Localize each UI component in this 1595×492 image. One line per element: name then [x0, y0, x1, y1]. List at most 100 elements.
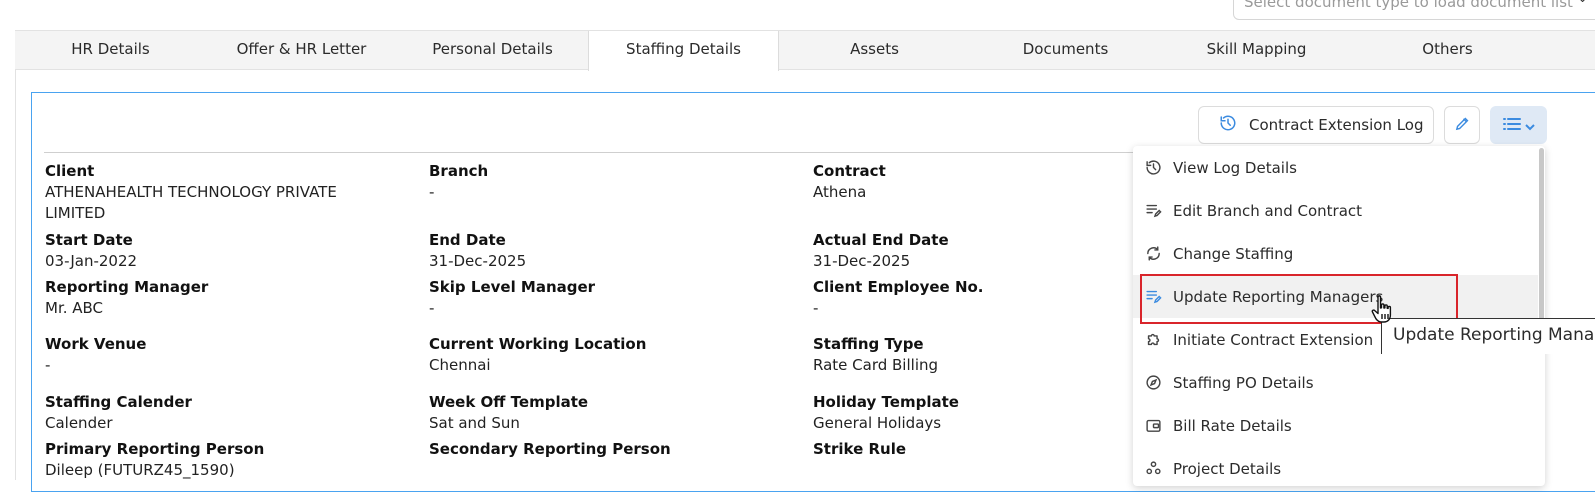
menu-item-label: Project Details — [1173, 459, 1282, 478]
field-value: Chennai — [429, 356, 491, 374]
field-label: Actual End Date — [813, 231, 949, 249]
tab-hr-details[interactable]: HR Details — [15, 31, 206, 69]
menu-item-label: View Log Details — [1173, 158, 1297, 177]
field-label: Primary Reporting Person — [45, 440, 265, 458]
contract-extension-log-button[interactable]: Contract Extension Log — [1198, 106, 1434, 144]
field-label: Contract — [813, 162, 886, 180]
tab-bar: HR Details Offer & HR Letter Personal De… — [15, 30, 1595, 71]
field-label: Client Employee No. — [813, 278, 984, 296]
people-icon — [1133, 460, 1173, 477]
menu-item-label: Initiate Contract Extension — [1173, 330, 1374, 349]
field-value: Dileep (FUTURZ45_1590) — [45, 461, 235, 479]
wallet-icon — [1133, 417, 1173, 434]
field-contract: Contract Athena — [813, 161, 886, 203]
field-value: 31-Dec-2025 — [429, 252, 527, 270]
field-week-off-template: Week Off Template Sat and Sun — [429, 392, 588, 434]
puzzle-icon — [1133, 331, 1173, 348]
field-start-date: Start Date 03-Jan-2022 — [45, 230, 137, 272]
tab-personal-details[interactable]: Personal Details — [397, 31, 588, 69]
menu-item-view-log-details[interactable]: View Log Details — [1133, 146, 1538, 189]
field-label: Branch — [429, 162, 489, 180]
pencil-icon — [1454, 115, 1471, 136]
field-label: Reporting Manager — [45, 278, 209, 296]
compass-icon — [1133, 374, 1173, 391]
field-label: Staffing Calender — [45, 393, 192, 411]
menu-item-change-staffing[interactable]: Change Staffing — [1133, 232, 1538, 275]
highlight-annotation — [1140, 274, 1458, 324]
field-value: General Holidays — [813, 414, 942, 432]
contract-extension-log-label: Contract Extension Log — [1249, 116, 1424, 134]
menu-item-label: Edit Branch and Contract — [1173, 201, 1363, 220]
field-actual-end-date: Actual End Date 31-Dec-2025 — [813, 230, 949, 272]
menu-item-edit-branch-contract[interactable]: Edit Branch and Contract — [1133, 189, 1538, 232]
field-staffing-calender: Staffing Calender Calender — [45, 392, 192, 434]
field-value: 03-Jan-2022 — [45, 252, 138, 270]
field-label: Strike Rule — [813, 440, 907, 458]
tab-assets[interactable]: Assets — [779, 31, 970, 69]
chevron-down-icon: ⌄ — [1577, 0, 1588, 6]
tab-skill-mapping[interactable]: Skill Mapping — [1161, 31, 1352, 69]
menu-item-label: Bill Rate Details — [1173, 416, 1292, 435]
tab-offer-hr-letter[interactable]: Offer & HR Letter — [206, 31, 397, 69]
field-end-date: End Date 31-Dec-2025 — [429, 230, 526, 272]
edit-button[interactable] — [1444, 106, 1480, 144]
field-label: Week Off Template — [429, 393, 589, 411]
field-client-employee-no: Client Employee No. - — [813, 277, 984, 319]
page-border — [15, 30, 16, 480]
tab-staffing-details[interactable]: Staffing Details — [588, 31, 779, 71]
field-value: Athena — [813, 183, 867, 201]
field-value: Rate Card Billing — [813, 356, 939, 374]
actions-menu-button[interactable] — [1490, 106, 1547, 144]
field-value: - — [45, 356, 51, 374]
field-label: Skip Level Manager — [429, 278, 596, 296]
field-skip-level-manager: Skip Level Manager - — [429, 277, 595, 319]
divider — [44, 152, 1244, 153]
field-client: Client ATHENAHEALTH TECHNOLOGY PRIVATE L… — [45, 161, 385, 224]
tooltip-text: Update Reporting Managers — [1393, 325, 1595, 345]
field-value: Calender — [45, 414, 113, 432]
tooltip: Update Reporting Managers — [1381, 318, 1595, 354]
menu-item-label: Staffing PO Details — [1173, 373, 1314, 392]
field-label: Start Date — [45, 231, 133, 249]
field-value: Mr. ABC — [45, 299, 104, 317]
history-icon — [1219, 114, 1237, 136]
field-secondary-reporting-person: Secondary Reporting Person — [429, 439, 671, 460]
field-label: Secondary Reporting Person — [429, 440, 671, 458]
field-work-venue: Work Venue - — [45, 334, 146, 376]
menu-item-staffing-po-details[interactable]: Staffing PO Details — [1133, 361, 1538, 404]
tab-others[interactable]: Others — [1352, 31, 1543, 69]
list-icon — [1502, 116, 1521, 135]
document-type-placeholder: Select document type to load document li… — [1244, 0, 1573, 11]
tab-documents[interactable]: Documents — [970, 31, 1161, 69]
refresh-icon — [1133, 245, 1173, 262]
field-label: Client — [45, 162, 95, 180]
field-holiday-template: Holiday Template General Holidays — [813, 392, 959, 434]
field-label: Current Working Location — [429, 335, 647, 353]
field-label: Work Venue — [45, 335, 147, 353]
field-current-working-location: Current Working Location Chennai — [429, 334, 646, 376]
field-reporting-manager: Reporting Manager Mr. ABC — [45, 277, 208, 319]
field-branch: Branch - — [429, 161, 488, 203]
menu-item-project-details[interactable]: Project Details — [1133, 447, 1538, 490]
field-label: Holiday Template — [813, 393, 959, 411]
field-staffing-type: Staffing Type Rate Card Billing — [813, 334, 938, 376]
field-value: - — [813, 299, 819, 317]
history-icon — [1133, 159, 1173, 176]
document-type-select[interactable]: Select document type to load document li… — [1233, 0, 1595, 20]
field-value: - — [429, 183, 435, 201]
menu-item-label: Change Staffing — [1173, 244, 1294, 263]
field-value: ATHENAHEALTH TECHNOLOGY PRIVATE — [45, 183, 337, 201]
chevron-down-icon — [1524, 116, 1535, 135]
hand-cursor-icon — [1370, 294, 1396, 330]
field-value: - — [429, 299, 435, 317]
field-value: LIMITED — [45, 204, 106, 222]
field-primary-reporting-person: Primary Reporting Person Dileep (FUTURZ4… — [45, 439, 264, 481]
menu-scrollbar[interactable] — [1539, 148, 1544, 320]
field-label: End Date — [429, 231, 506, 249]
field-label: Staffing Type — [813, 335, 924, 353]
edit-list-icon — [1133, 202, 1173, 219]
field-strike-rule: Strike Rule — [813, 439, 906, 460]
field-value: 31-Dec-2025 — [813, 252, 911, 270]
menu-item-bill-rate-details[interactable]: Bill Rate Details — [1133, 404, 1538, 447]
field-value: Sat and Sun — [429, 414, 520, 432]
